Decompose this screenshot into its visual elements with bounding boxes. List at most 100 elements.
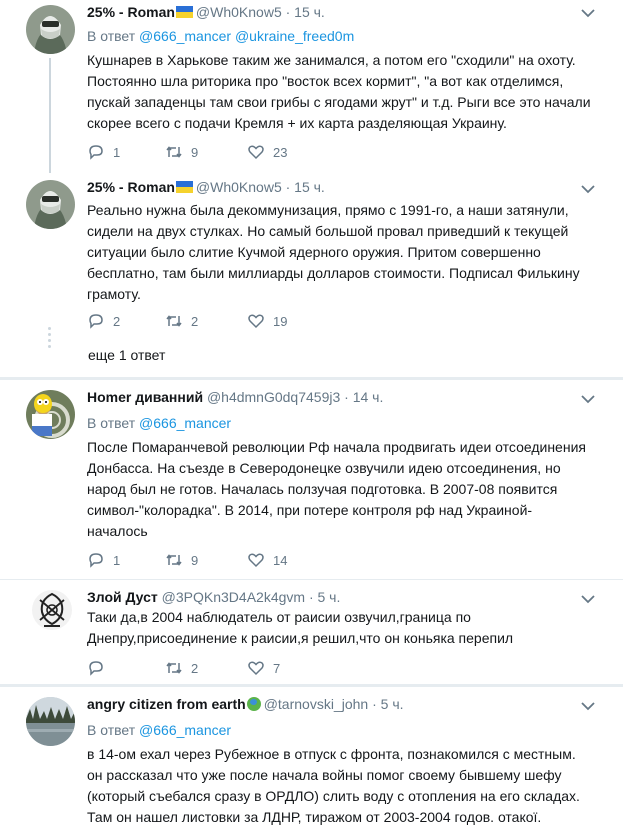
- reply-prefix: В ответ: [87, 28, 136, 44]
- text-line: ситуации было слитие Кучмой ядерного ору…: [87, 244, 541, 260]
- avatar-roman[interactable]: [26, 180, 75, 229]
- retweet-count: 9: [191, 552, 199, 568]
- chevron-down-icon[interactable]: [581, 701, 595, 711]
- reply-icon: [89, 553, 103, 568]
- retweet-count: 2: [191, 660, 199, 676]
- text-line: он рассказал что уже после начала войны …: [87, 767, 562, 783]
- text-line: Реально нужна была декоммунизация, прямо…: [87, 202, 569, 218]
- tweet-text: Таки да,в 2004 наблюдатель от раисии озв…: [87, 607, 597, 649]
- tweet-1[interactable]: 25% - Roman @Wh0Know5 · 15 ч. В ответ @66…: [0, 0, 623, 173]
- chevron-down-icon[interactable]: [581, 394, 595, 404]
- author-line[interactable]: 25% - Roman @Wh0Know5 · 15 ч.: [87, 179, 325, 195]
- tweet-time[interactable]: · 5 ч.: [309, 589, 340, 605]
- reply-context: В ответ @666_mancer @ukraine_freed0m: [87, 28, 354, 44]
- reply-mentions[interactable]: @666_mancer @ukraine_freed0m: [139, 28, 354, 44]
- retweet-button[interactable]: 9: [165, 143, 198, 161]
- retweet-button[interactable]: 9: [165, 551, 198, 569]
- tweet-2[interactable]: 25% - Roman @Wh0Know5 · 15 ч. Реально нуж…: [0, 170, 623, 375]
- chevron-down-icon[interactable]: [581, 8, 595, 18]
- tweet-5[interactable]: angry citizen from earth @tarnovski_john …: [0, 687, 623, 834]
- author-handle[interactable]: @h4dmnG0dq7459j3: [207, 389, 340, 405]
- author-handle[interactable]: @3PQKn3D4A2k4gvm: [162, 589, 305, 605]
- text-line: пускай западенцы там свои грибы с ягодам…: [87, 94, 591, 110]
- avatar-homer[interactable]: [26, 390, 75, 439]
- author-handle[interactable]: @Wh0Know5: [196, 4, 282, 20]
- chevron-down-icon[interactable]: [581, 594, 595, 604]
- text-line: Таки да,в 2004 наблюдатель от раисии озв…: [87, 609, 471, 625]
- text-line: Там он нашел листовки за ЛДНР, тиражом о…: [87, 809, 542, 825]
- reply-icon: [89, 661, 103, 676]
- author-name[interactable]: Homer диванний: [87, 389, 203, 405]
- author-name[interactable]: 25% - Roman: [87, 179, 175, 195]
- reply-button[interactable]: 1: [87, 143, 120, 161]
- avatar-zloy-dust[interactable]: [32, 590, 72, 630]
- retweet-icon: [166, 315, 182, 327]
- tweet-text: в 14-ом ехал через Рубежное в отпуск с ф…: [87, 744, 597, 828]
- retweet-count: 2: [191, 313, 199, 329]
- author-line[interactable]: angry citizen from earth @tarnovski_john …: [87, 696, 404, 712]
- reply-prefix: В ответ: [87, 722, 136, 738]
- text-line: бесплатно, там были миллиарды долларов с…: [87, 265, 580, 281]
- ukraine-flag-icon: [175, 181, 193, 193]
- chevron-down-icon[interactable]: [581, 184, 595, 194]
- text-line: (который съебался сразу в ОРДЛО) слить в…: [87, 788, 580, 804]
- text-line: Кушнарев в Харькове таким же занимался, …: [87, 52, 576, 68]
- text-line: грамоту.: [87, 286, 141, 302]
- globe-icon: [246, 697, 261, 711]
- reply-count: 1: [113, 552, 121, 568]
- reply-icon: [89, 145, 103, 160]
- show-more-replies[interactable]: еще 1 ответ: [88, 347, 165, 363]
- reply-button[interactable]: 1: [87, 551, 120, 569]
- tweet-time[interactable]: · 5 ч.: [372, 696, 403, 712]
- like-button[interactable]: 14: [247, 551, 287, 569]
- reply-context: В ответ @666_mancer: [87, 415, 231, 431]
- reply-icon: [89, 314, 103, 329]
- tweet-text: Кушнарев в Харькове таким же занимался, …: [87, 50, 597, 134]
- retweet-icon: [166, 554, 182, 566]
- avatar-angry-citizen[interactable]: [26, 697, 75, 746]
- text-line: началось: [87, 523, 148, 539]
- text-line: символ-"колорадка". В 2014, при потере к…: [87, 502, 533, 518]
- author-name[interactable]: 25% - Roman: [87, 4, 175, 20]
- author-handle[interactable]: @Wh0Know5: [196, 179, 282, 195]
- text-line: сидели на двух стулках. Но самый большой…: [87, 223, 569, 239]
- reply-button[interactable]: [87, 659, 105, 677]
- like-count: 14: [273, 552, 288, 568]
- like-count: 7: [273, 660, 281, 676]
- author-handle[interactable]: @tarnovski_john: [264, 696, 369, 712]
- like-count: 23: [273, 144, 288, 160]
- tweet-text: Реально нужна была декоммунизация, прямо…: [87, 200, 597, 305]
- tweet-3[interactable]: Homer диванний @h4dmnG0dq7459j3 · 14 ч. …: [0, 380, 623, 580]
- like-icon: [248, 553, 264, 568]
- like-icon: [248, 661, 264, 676]
- like-button[interactable]: 23: [247, 143, 287, 161]
- like-icon: [248, 314, 264, 329]
- retweet-button[interactable]: 2: [165, 312, 198, 330]
- reply-prefix: В ответ: [87, 415, 136, 431]
- text-line: Донбасса. На съезде в Северодонецке озву…: [87, 460, 561, 476]
- reply-context: В ответ @666_mancer: [87, 722, 231, 738]
- like-button[interactable]: 7: [247, 659, 280, 677]
- tweet-4[interactable]: Злой Дуст @3PQKn3D4A2k4gvm · 5 ч. Таки д…: [0, 580, 623, 685]
- tweet-time[interactable]: · 15 ч.: [286, 179, 325, 195]
- text-line: Постоянно шла риторика про "восток всех …: [87, 73, 564, 89]
- like-button[interactable]: 19: [247, 312, 287, 330]
- like-count: 19: [273, 313, 288, 329]
- author-line[interactable]: 25% - Roman @Wh0Know5 · 15 ч.: [87, 4, 325, 20]
- author-line[interactable]: Злой Дуст @3PQKn3D4A2k4gvm · 5 ч.: [87, 589, 340, 605]
- tweet-time[interactable]: · 15 ч.: [286, 4, 325, 20]
- retweet-icon: [166, 146, 182, 158]
- reply-mentions[interactable]: @666_mancer: [139, 722, 231, 738]
- text-line: народ был не готов. Началась ползучая по…: [87, 481, 558, 497]
- retweet-count: 9: [191, 144, 199, 160]
- author-name[interactable]: Злой Дуст: [87, 589, 158, 605]
- reply-mentions[interactable]: @666_mancer: [139, 415, 231, 431]
- retweet-button[interactable]: 2: [165, 659, 198, 677]
- tweet-time[interactable]: · 14 ч.: [344, 389, 383, 405]
- author-name[interactable]: angry citizen from earth: [87, 696, 246, 712]
- tweet-text: После Помаранчевой революции Рф начала п…: [87, 437, 597, 542]
- avatar-roman[interactable]: [26, 5, 75, 54]
- author-line[interactable]: Homer диванний @h4dmnG0dq7459j3 · 14 ч.: [87, 389, 383, 405]
- like-icon: [248, 145, 264, 160]
- reply-button[interactable]: 2: [87, 312, 120, 330]
